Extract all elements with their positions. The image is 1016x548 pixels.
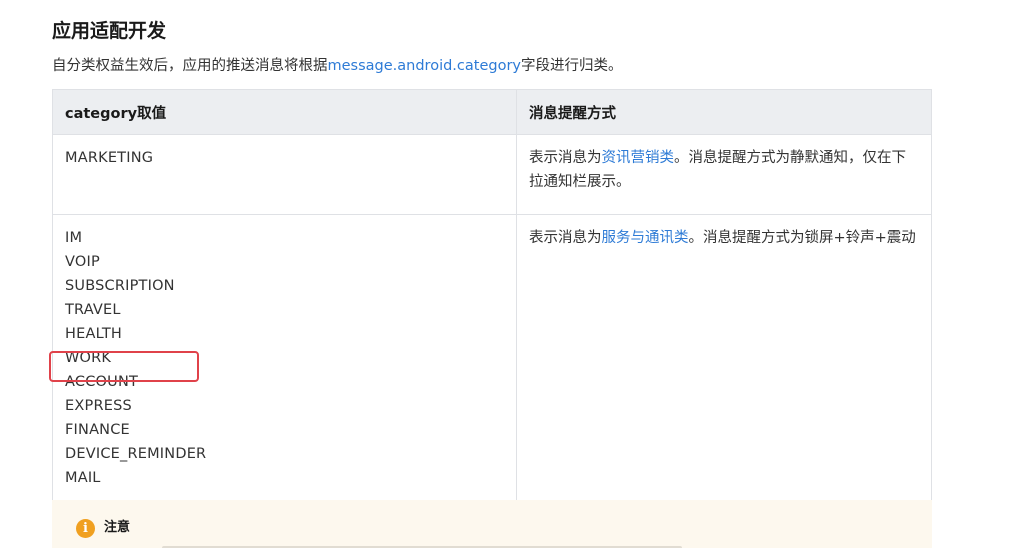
category-value: SUBSCRIPTION xyxy=(65,278,175,294)
table-row: MARKETING 表示消息为资讯营销类。消息提醒方式为静默通知，仅在下拉通知栏… xyxy=(52,134,932,215)
reminder-suffix: 。消息提醒方式为锁屏+铃声+震动 xyxy=(688,230,916,246)
intro-text-prefix: 自分类权益生效后，应用的推送消息将根据 xyxy=(52,58,328,74)
category-table: category取值 消息提醒方式 MARKETING 表示消息为资讯营销类。消… xyxy=(52,89,932,511)
header-reminder: 消息提醒方式 xyxy=(516,89,932,135)
category-value: MAIL xyxy=(65,470,101,486)
reminder-cell: 表示消息为资讯营销类。消息提醒方式为静默通知，仅在下拉通知栏展示。 xyxy=(516,134,932,215)
category-value: EXPRESS xyxy=(65,398,132,414)
table-header-row: category取值 消息提醒方式 xyxy=(52,89,932,135)
section-intro: 自分类权益生效后，应用的推送消息将根据message.android.categ… xyxy=(52,55,623,77)
account-highlight-box xyxy=(49,351,199,382)
category-value: TRAVEL xyxy=(65,302,121,318)
reminder-link-service[interactable]: 服务与通讯类 xyxy=(602,230,689,246)
category-list: MARKETING xyxy=(65,146,504,170)
section-title: 应用适配开发 xyxy=(52,20,167,42)
notice-box: i 注意 xyxy=(52,500,932,548)
notice-text-cutoff xyxy=(162,544,682,548)
intro-text-suffix: 字段进行归类。 xyxy=(521,58,623,74)
header-category: category取值 xyxy=(52,89,517,135)
category-value: HEALTH xyxy=(65,326,123,342)
doc-page: 应用适配开发 自分类权益生效后，应用的推送消息将根据message.androi… xyxy=(0,0,1016,548)
notice-title: 注意 xyxy=(104,520,131,535)
reminder-cell: 表示消息为服务与通讯类。消息提醒方式为锁屏+铃声+震动 xyxy=(516,214,932,511)
info-icon: i xyxy=(76,519,95,538)
category-value: MARKETING xyxy=(65,150,154,166)
category-value: FINANCE xyxy=(65,422,130,438)
reminder-prefix: 表示消息为 xyxy=(529,150,602,166)
reminder-prefix: 表示消息为 xyxy=(529,230,602,246)
category-cell: MARKETING xyxy=(52,134,517,215)
category-value: IM xyxy=(65,230,83,246)
reminder-link-marketing[interactable]: 资讯营销类 xyxy=(602,150,675,166)
category-value: VOIP xyxy=(65,254,100,270)
category-value: DEVICE_REMINDER xyxy=(65,446,207,462)
intro-field-link[interactable]: message.android.category xyxy=(328,58,522,74)
